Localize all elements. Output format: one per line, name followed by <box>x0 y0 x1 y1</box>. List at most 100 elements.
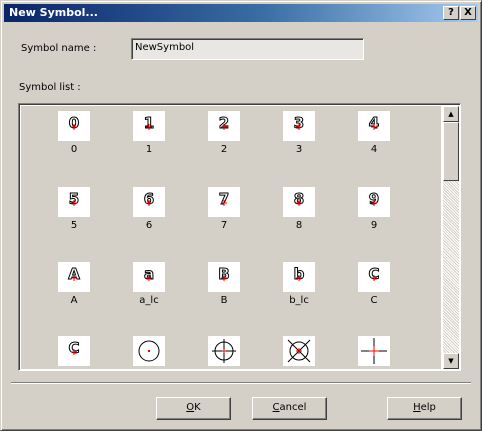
symbol-preview: B <box>208 262 240 292</box>
glyph-icon: a <box>143 265 154 284</box>
glyph-icon: 8 <box>293 190 304 209</box>
symbol-preview <box>133 336 165 366</box>
circle-dot-icon <box>138 340 160 362</box>
symbol-label: 6 <box>145 220 153 231</box>
vertical-scrollbar[interactable]: ▲ ▼ <box>443 106 459 369</box>
symbol-preview: 1 <box>133 111 165 141</box>
symbol-item[interactable] <box>268 336 328 369</box>
glyph-icon: 4 <box>368 114 379 133</box>
symbol-preview <box>208 336 240 366</box>
symbol-preview: 6 <box>133 187 165 217</box>
glyph-icon: 5 <box>68 190 79 209</box>
symbol-label: 1 <box>145 144 153 155</box>
cancel-mnemonic: C <box>272 402 280 413</box>
symbol-label: B <box>220 295 228 306</box>
symbol-label: 3 <box>295 144 303 155</box>
glyph-icon: C <box>68 339 80 358</box>
symbol-label: b_lc <box>289 295 309 306</box>
symbol-item[interactable]: 55 <box>43 187 103 249</box>
symbol-item[interactable]: 33 <box>268 111 328 173</box>
ok-button[interactable]: OK <box>156 397 231 420</box>
symbol-item[interactable]: 22 <box>193 111 253 173</box>
scroll-thumb[interactable] <box>443 122 459 181</box>
symbol-label: C <box>370 295 378 306</box>
symbol-item[interactable]: C <box>43 336 103 369</box>
scroll-up-button[interactable]: ▲ <box>443 106 459 122</box>
glyph-icon: C <box>368 265 380 284</box>
glyph-icon: b <box>293 265 305 284</box>
glyph-icon: 7 <box>218 190 229 209</box>
glyph-icon: 1 <box>143 114 154 133</box>
crosshair-circle-icon <box>212 339 236 363</box>
symbol-preview <box>358 336 390 366</box>
symbol-name-field[interactable]: NewSymbol <box>131 38 364 60</box>
close-button[interactable]: X <box>460 6 476 20</box>
symbol-list[interactable]: 0 0 1 1 2 2 3 3 4 4 5 5 6 6 7 7 8 8 9 9 A Aa a_lc B Bb b_lc C C C ▲ … <box>18 103 461 371</box>
circle-x-icon <box>287 339 311 363</box>
glyph-icon: 6 <box>143 190 154 209</box>
symbol-item[interactable]: 11 <box>118 111 178 173</box>
symbol-item[interactable]: AA <box>43 262 103 324</box>
symbol-item[interactable]: a a_lc <box>118 262 178 324</box>
symbol-preview: 3 <box>283 111 315 141</box>
symbol-item[interactable] <box>118 336 178 369</box>
plus-cross-icon <box>361 338 387 364</box>
symbol-label: A <box>70 295 78 306</box>
cancel-button[interactable]: Cancel <box>252 397 327 420</box>
scroll-down-button[interactable]: ▼ <box>443 353 459 369</box>
ok-mnemonic: O <box>186 402 195 413</box>
glyph-icon: A <box>68 265 81 284</box>
symbol-preview: A <box>58 262 90 292</box>
ok-label-rest: K <box>194 402 201 413</box>
glyph-icon: 2 <box>218 114 229 133</box>
glyph-icon: B <box>218 265 230 284</box>
symbol-label: 7 <box>220 220 228 231</box>
symbol-preview: 0 <box>58 111 90 141</box>
symbol-preview: 8 <box>283 187 315 217</box>
symbol-preview: 2 <box>208 111 240 141</box>
cancel-label-rest: ancel <box>279 402 307 413</box>
symbol-item[interactable]: 99 <box>343 187 403 249</box>
glyph-icon: 0 <box>68 114 79 133</box>
symbol-preview: b <box>283 262 315 292</box>
new-symbol-dialog: New Symbol... ? X Symbol name : NewSymbo… <box>0 0 482 431</box>
title-bar[interactable]: New Symbol... ? X <box>4 4 478 22</box>
symbol-preview: 7 <box>208 187 240 217</box>
symbol-item[interactable]: BB <box>193 262 253 324</box>
symbol-label: 0 <box>70 144 78 155</box>
symbol-preview <box>283 336 315 366</box>
help-button[interactable]: Help <box>387 397 462 420</box>
symbol-preview: 4 <box>358 111 390 141</box>
glyph-icon: 3 <box>293 114 304 133</box>
symbol-label: 8 <box>295 220 303 231</box>
symbol-item[interactable]: 44 <box>343 111 403 173</box>
symbol-list-label: Symbol list : <box>19 82 81 93</box>
symbol-label: 2 <box>220 144 228 155</box>
symbol-item[interactable] <box>343 336 403 369</box>
symbol-label: 9 <box>370 220 378 231</box>
symbol-grid: 0 0 1 1 2 2 3 3 4 4 5 5 6 6 7 7 8 8 9 9 A Aa a_lc B Bb b_lc C C C <box>21 106 441 369</box>
symbol-item[interactable]: 77 <box>193 187 253 249</box>
symbol-preview: a <box>133 262 165 292</box>
down-arrow-icon: ▼ <box>448 357 454 365</box>
symbol-item[interactable]: 66 <box>118 187 178 249</box>
symbol-label: a_lc <box>139 295 159 306</box>
symbol-preview: C <box>358 262 390 292</box>
glyph-icon: 9 <box>368 190 379 209</box>
window-title: New Symbol... <box>9 6 98 19</box>
symbol-item[interactable]: 00 <box>43 111 103 173</box>
symbol-label: 5 <box>70 220 78 231</box>
help-title-button[interactable]: ? <box>443 6 459 20</box>
close-icon: X <box>464 7 472 18</box>
help-mnemonic: H <box>413 402 421 413</box>
symbol-preview: 5 <box>58 187 90 217</box>
question-mark-icon: ? <box>448 7 454 18</box>
symbol-item[interactable]: 88 <box>268 187 328 249</box>
help-label-rest: elp <box>420 402 436 413</box>
symbol-item[interactable] <box>193 336 253 369</box>
symbol-item[interactable]: CC <box>343 262 403 324</box>
separator <box>11 382 471 384</box>
symbol-preview: 9 <box>358 187 390 217</box>
symbol-item[interactable]: b b_lc <box>268 262 328 324</box>
symbol-preview: C <box>58 336 90 366</box>
